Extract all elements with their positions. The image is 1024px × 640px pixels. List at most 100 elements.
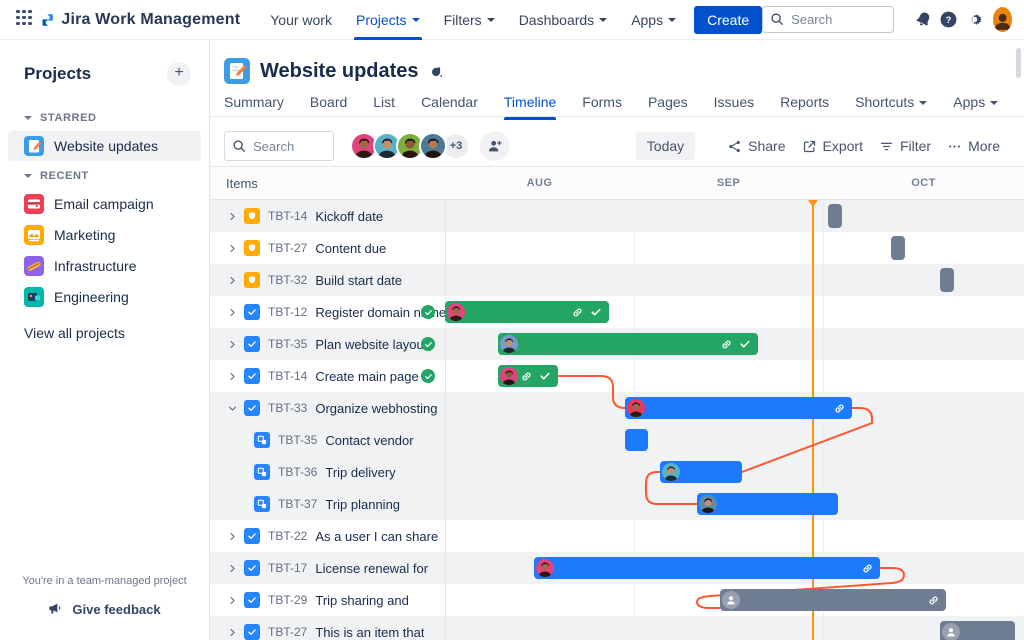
nav-item-filters[interactable]: Filters xyxy=(432,0,507,40)
row-item-cell[interactable]: TBT-14Create main page xyxy=(210,360,445,392)
row-item-cell[interactable]: TBT-17License renewal for xyxy=(210,552,445,584)
chevron-right-icon[interactable] xyxy=(224,336,240,352)
issue-title: Trip delivery xyxy=(325,465,395,480)
today-button[interactable]: Today xyxy=(636,132,695,160)
tab-calendar[interactable]: Calendar xyxy=(421,94,478,120)
row-item-cell[interactable]: TBT-22As a user I can share xyxy=(210,520,445,552)
tab-apps[interactable]: Apps xyxy=(953,94,998,120)
nav-item-your-work[interactable]: Your work xyxy=(258,0,344,40)
tab-summary[interactable]: Summary xyxy=(224,94,284,120)
chevron-right-icon[interactable] xyxy=(224,560,240,576)
gear-icon[interactable] xyxy=(963,6,985,34)
view-all-projects-link[interactable]: View all projects xyxy=(0,313,209,341)
team-managed-note: You're in a team-managed project xyxy=(0,575,209,587)
tab-timeline[interactable]: Timeline xyxy=(504,94,556,120)
add-project-button[interactable]: + xyxy=(167,62,191,86)
user-avatar[interactable] xyxy=(993,7,1012,32)
tab-pages[interactable]: Pages xyxy=(648,94,688,120)
export-button[interactable]: Export xyxy=(802,138,863,154)
issue-key: TBT-14 xyxy=(268,209,307,223)
task-type-icon xyxy=(244,592,260,608)
green-task-bar[interactable] xyxy=(498,365,558,387)
issue-title: Trip planning xyxy=(325,497,400,512)
sidebar-item-email-campaign[interactable]: Email campaign xyxy=(8,189,201,219)
tab-reports[interactable]: Reports xyxy=(780,94,829,120)
sidebar-item-label: Infrastructure xyxy=(54,258,136,274)
sidebar-section-starred[interactable]: STARRED xyxy=(0,104,209,130)
add-people-button[interactable] xyxy=(480,131,510,161)
row-item-cell[interactable]: TBT-32Build start date xyxy=(210,264,445,296)
chevron-right-icon[interactable] xyxy=(224,272,240,288)
chevron-right-icon[interactable] xyxy=(224,304,240,320)
sidebar-item-engineering[interactable]: Engineering xyxy=(8,282,201,312)
blue-task-bar[interactable] xyxy=(625,429,648,451)
green-task-bar[interactable] xyxy=(498,333,758,355)
more-button[interactable]: More xyxy=(947,138,1000,154)
blue-task-bar[interactable] xyxy=(660,461,742,483)
gray-task-bar[interactable] xyxy=(940,621,1015,640)
chevron-right-icon[interactable] xyxy=(224,240,240,256)
issue-title: License renewal for xyxy=(315,561,428,576)
give-feedback-button[interactable]: Give feedback xyxy=(48,601,160,617)
green-task-bar[interactable] xyxy=(445,301,609,323)
member-avatar[interactable] xyxy=(419,132,447,160)
nav-item-dashboards[interactable]: Dashboards xyxy=(507,0,620,40)
notifications-bell-icon[interactable] xyxy=(912,6,934,34)
sidebar-item-infrastructure[interactable]: Infrastructure xyxy=(8,251,201,281)
row-item-cell[interactable]: TBT-36Trip delivery xyxy=(210,456,445,488)
blue-task-bar[interactable] xyxy=(625,397,852,419)
filter-button[interactable]: Filter xyxy=(879,138,931,154)
sidebar-item-website-updates[interactable]: Website updates xyxy=(8,131,201,161)
chevron-right-icon[interactable] xyxy=(224,528,240,544)
row-item-cell[interactable]: TBT-27This is an item that xyxy=(210,616,445,640)
chevron-down-icon xyxy=(24,174,32,178)
nav-item-projects[interactable]: Projects xyxy=(344,0,432,40)
milestone-bar[interactable] xyxy=(891,236,905,260)
sidebar-item-label: Website updates xyxy=(54,138,158,154)
issue-key: TBT-33 xyxy=(268,401,307,415)
month-label-aug: AUG xyxy=(445,167,634,200)
row-item-cell[interactable]: TBT-37Trip planning xyxy=(210,488,445,520)
row-item-cell[interactable]: TBT-12Register domain name xyxy=(210,296,445,328)
create-button[interactable]: Create xyxy=(694,6,762,34)
row-item-cell[interactable]: TBT-27Content due xyxy=(210,232,445,264)
website-updates-icon xyxy=(24,136,44,156)
tab-board[interactable]: Board xyxy=(310,94,347,120)
rename-ink-icon[interactable] xyxy=(429,64,444,79)
app-switcher-icon[interactable] xyxy=(16,10,32,30)
scrollbar-thumb[interactable] xyxy=(1016,48,1021,78)
tab-forms[interactable]: Forms xyxy=(582,94,622,120)
milestone-bar[interactable] xyxy=(828,204,842,228)
row-item-cell[interactable]: TBT-33Organize webhosting xyxy=(210,392,445,424)
help-icon[interactable]: ? xyxy=(938,6,960,34)
row-item-cell[interactable]: TBT-35Plan website layout xyxy=(210,328,445,360)
issue-title: Content due xyxy=(315,241,386,256)
chevron-right-icon[interactable] xyxy=(224,592,240,608)
row-item-cell[interactable]: TBT-29Trip sharing and xyxy=(210,584,445,616)
chevron-down-icon[interactable] xyxy=(224,400,240,416)
row-item-cell[interactable]: TBT-35Contact vendor xyxy=(210,424,445,456)
chevron-right-icon[interactable] xyxy=(224,368,240,384)
chevron-right-icon[interactable] xyxy=(224,624,240,640)
share-button[interactable]: Share xyxy=(727,138,785,154)
done-check-icon xyxy=(590,306,602,318)
nav-item-apps[interactable]: Apps xyxy=(619,0,688,40)
blue-task-bar[interactable] xyxy=(534,557,880,579)
issue-title: Contact vendor xyxy=(325,433,413,448)
chevron-down-icon xyxy=(990,101,998,105)
gray-task-bar[interactable] xyxy=(720,589,946,611)
milestone-bar[interactable] xyxy=(940,268,954,292)
row-item-cell[interactable]: TBT-14 Kickoff date xyxy=(210,200,445,232)
items-column-divider xyxy=(445,167,446,640)
blue-task-bar[interactable] xyxy=(697,493,838,515)
tab-shortcuts[interactable]: Shortcuts xyxy=(855,94,927,120)
sidebar-item-marketing[interactable]: Marketing xyxy=(8,220,201,250)
assignee-placeholder-icon xyxy=(722,591,740,609)
issue-title: Kickoff date xyxy=(315,209,383,224)
chevron-right-icon[interactable] xyxy=(224,208,240,224)
tab-list[interactable]: List xyxy=(373,94,395,120)
tab-issues[interactable]: Issues xyxy=(714,94,754,120)
sidebar-section-recent[interactable]: RECENT xyxy=(0,162,209,188)
subtask-type-icon xyxy=(254,496,270,512)
issue-title: Trip sharing and xyxy=(315,593,408,608)
